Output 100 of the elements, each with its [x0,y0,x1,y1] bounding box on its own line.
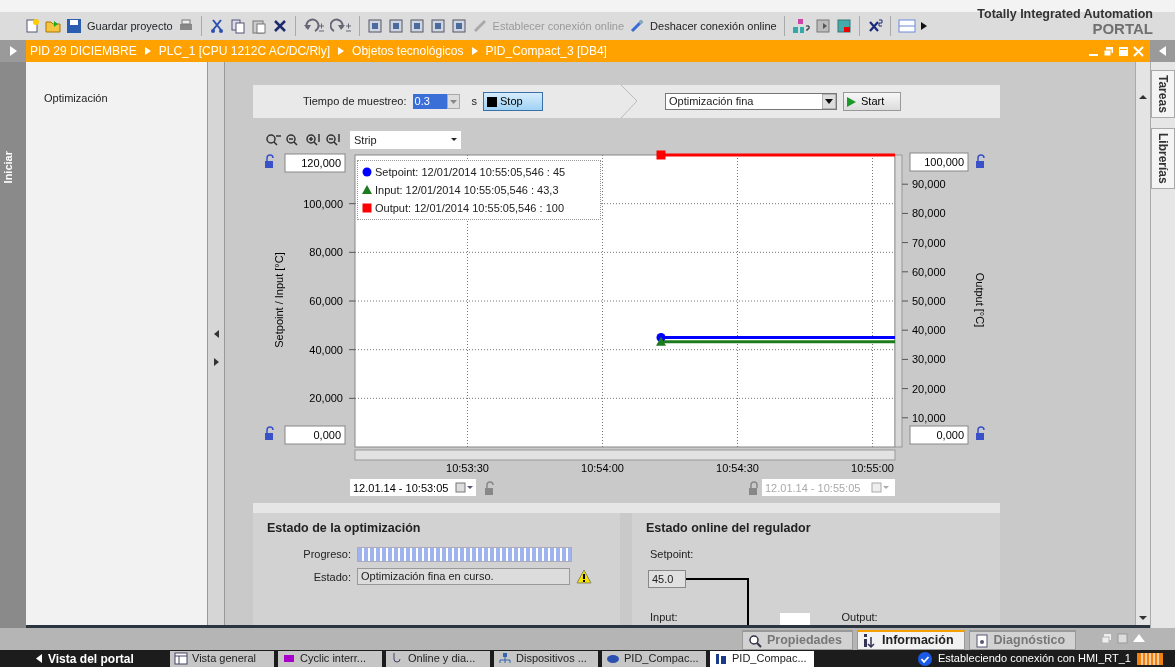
y2-tick-label: 50,000 [912,295,946,307]
undo-icon[interactable] [302,18,325,34]
splitter-arrow-icon[interactable] [213,330,219,338]
x-tick-label: 10:55:00 [851,462,894,474]
panel-title: Estado de la optimización [267,520,422,537]
y2-tick-label: 40,000 [912,324,946,337]
unit-label: s [471,94,478,110]
y2-tick-label: 30,000 [912,353,946,366]
breadcrumb-arrow-icon [471,47,478,55]
zoom-out-vertical-icon[interactable] [325,133,341,147]
editor-tab[interactable]: Cyclic interr... [278,650,382,667]
checkmark-circle-icon [917,651,932,666]
device-icon[interactable] [408,18,425,34]
y2-tick-label: 10,000 [912,411,946,424]
unlocked-lock-icon[interactable] [976,426,985,440]
legend-marker [362,167,372,177]
go-offline-button[interactable]: Deshacer conexión online [650,17,777,35]
device-icon[interactable] [429,18,446,34]
plug-icon[interactable] [629,18,646,34]
delete-icon[interactable] [271,18,288,34]
back-arrow-icon [36,654,42,663]
side-tab[interactable]: Librerías [1151,127,1175,189]
side-tab[interactable]: Tareas [1151,70,1175,118]
x-tick-label: 10:53:30 [446,462,489,474]
cross-icon[interactable] [866,18,883,34]
stop-button[interactable]: Stop [483,92,544,111]
splitter-arrow-icon[interactable] [213,358,219,366]
device-icon[interactable] [366,18,383,34]
object-icon [714,652,728,665]
breadcrumb-arrow-icon [338,47,345,55]
value-field [780,613,810,625]
axis-min-field[interactable]: 0,000 [284,425,346,445]
unlocked-lock-icon[interactable] [265,154,274,168]
y2-tick-label: 60,000 [912,265,946,278]
portal-view-button[interactable]: Vista del portal [36,649,166,667]
copy-icon[interactable] [229,18,246,34]
dropdown-arrow-icon [822,94,837,109]
data-point-marker [656,150,666,160]
scissors-icon[interactable] [208,18,225,34]
new-document-icon[interactable] [24,18,40,34]
sample-time-field[interactable]: 0.3 [412,94,447,109]
signal-line [686,578,750,625]
sample-time-label: Tiempo de muestreo: [303,94,407,110]
zoom-in-vertical-icon[interactable] [305,133,321,147]
editor-tab[interactable]: Vista general [170,650,274,667]
device-icon[interactable] [450,18,467,34]
status-field: Optimización fina en curso. [357,568,570,586]
axis-max-field[interactable]: 120,000 [284,153,346,173]
brand-title: Totally Integrated Automation [977,8,1153,21]
unlocked-lock-icon[interactable] [485,481,494,495]
y-tick-label: 20,000 [309,392,343,405]
editor-tab[interactable]: PID_Compac... [602,650,706,667]
tuning-mode-dropdown[interactable]: Optimización fina [665,93,838,110]
network-icon [498,652,512,665]
calendar-dropdown-icon[interactable] [455,482,473,493]
axis-max-field[interactable]: 100,000 [909,152,969,172]
editor-tab[interactable]: Dispositivos ... [494,650,598,667]
start-button[interactable]: Start [843,92,902,111]
navigation-item[interactable]: Optimización [44,90,207,107]
inspector-tab[interactable]: Información [857,630,965,650]
expand-arrow-icon[interactable] [9,46,17,56]
more-arrow-icon[interactable] [920,22,927,30]
view-mode-dropdown[interactable]: Strip [350,131,461,149]
save-project-button[interactable]: Guardar proyecto [87,17,173,35]
lock-icon[interactable] [749,481,758,495]
zoom-in-horizontal-icon[interactable] [265,133,281,147]
panel-icon[interactable] [835,18,852,34]
stop-square-icon [487,96,498,107]
unlocked-lock-icon[interactable] [976,154,985,168]
x-tick-label: 10:54:00 [581,462,624,474]
start-time-field[interactable]: 12.01.14 - 10:53:05 [350,479,476,496]
legend-entry: Output: 12/01/2014 10:55:05,546 : 100 [375,200,564,216]
status-message: Estableciendo conexión con HMI_RT_1 [937,651,1131,667]
play-icon [847,96,857,107]
magnifier-icon [747,632,763,649]
panel-icon[interactable] [814,18,831,34]
activity-bars-icon [1137,652,1163,665]
setpoint-label: Setpoint: [649,546,695,562]
table-icon [174,652,188,665]
vertical-scrollbar[interactable] [1135,62,1150,625]
clipboard-icon[interactable] [250,18,267,34]
collapse-arrow-icon[interactable] [1159,46,1166,56]
y-tick-label: 100,000 [303,197,343,210]
redo-icon[interactable] [329,18,352,34]
editor-tab[interactable]: Online y dia... [386,650,490,667]
block-icon [282,652,296,665]
y2-tick-label: 80,000 [912,207,946,220]
editor-tab[interactable]: PID_Compac... [710,650,814,667]
folder-icon[interactable] [45,18,61,34]
setpoint-field: 45.0 [648,570,686,589]
expand-up-icon[interactable] [1133,634,1145,642]
y-axis-title: Setpoint / Input [°C] [273,252,285,348]
breadcrumb-arrow-icon [144,47,151,55]
axis-min-field[interactable]: 0,000 [909,425,969,445]
hierarchy-help-icon[interactable] [791,18,810,34]
data-point-marker [656,336,666,346]
legend-entry: Setpoint: 12/01/2014 10:55:05,546 : 45 [375,164,566,180]
device-icon[interactable] [387,18,404,34]
unlocked-lock-icon[interactable] [265,426,274,440]
y-tick-label: 80,000 [309,246,343,259]
